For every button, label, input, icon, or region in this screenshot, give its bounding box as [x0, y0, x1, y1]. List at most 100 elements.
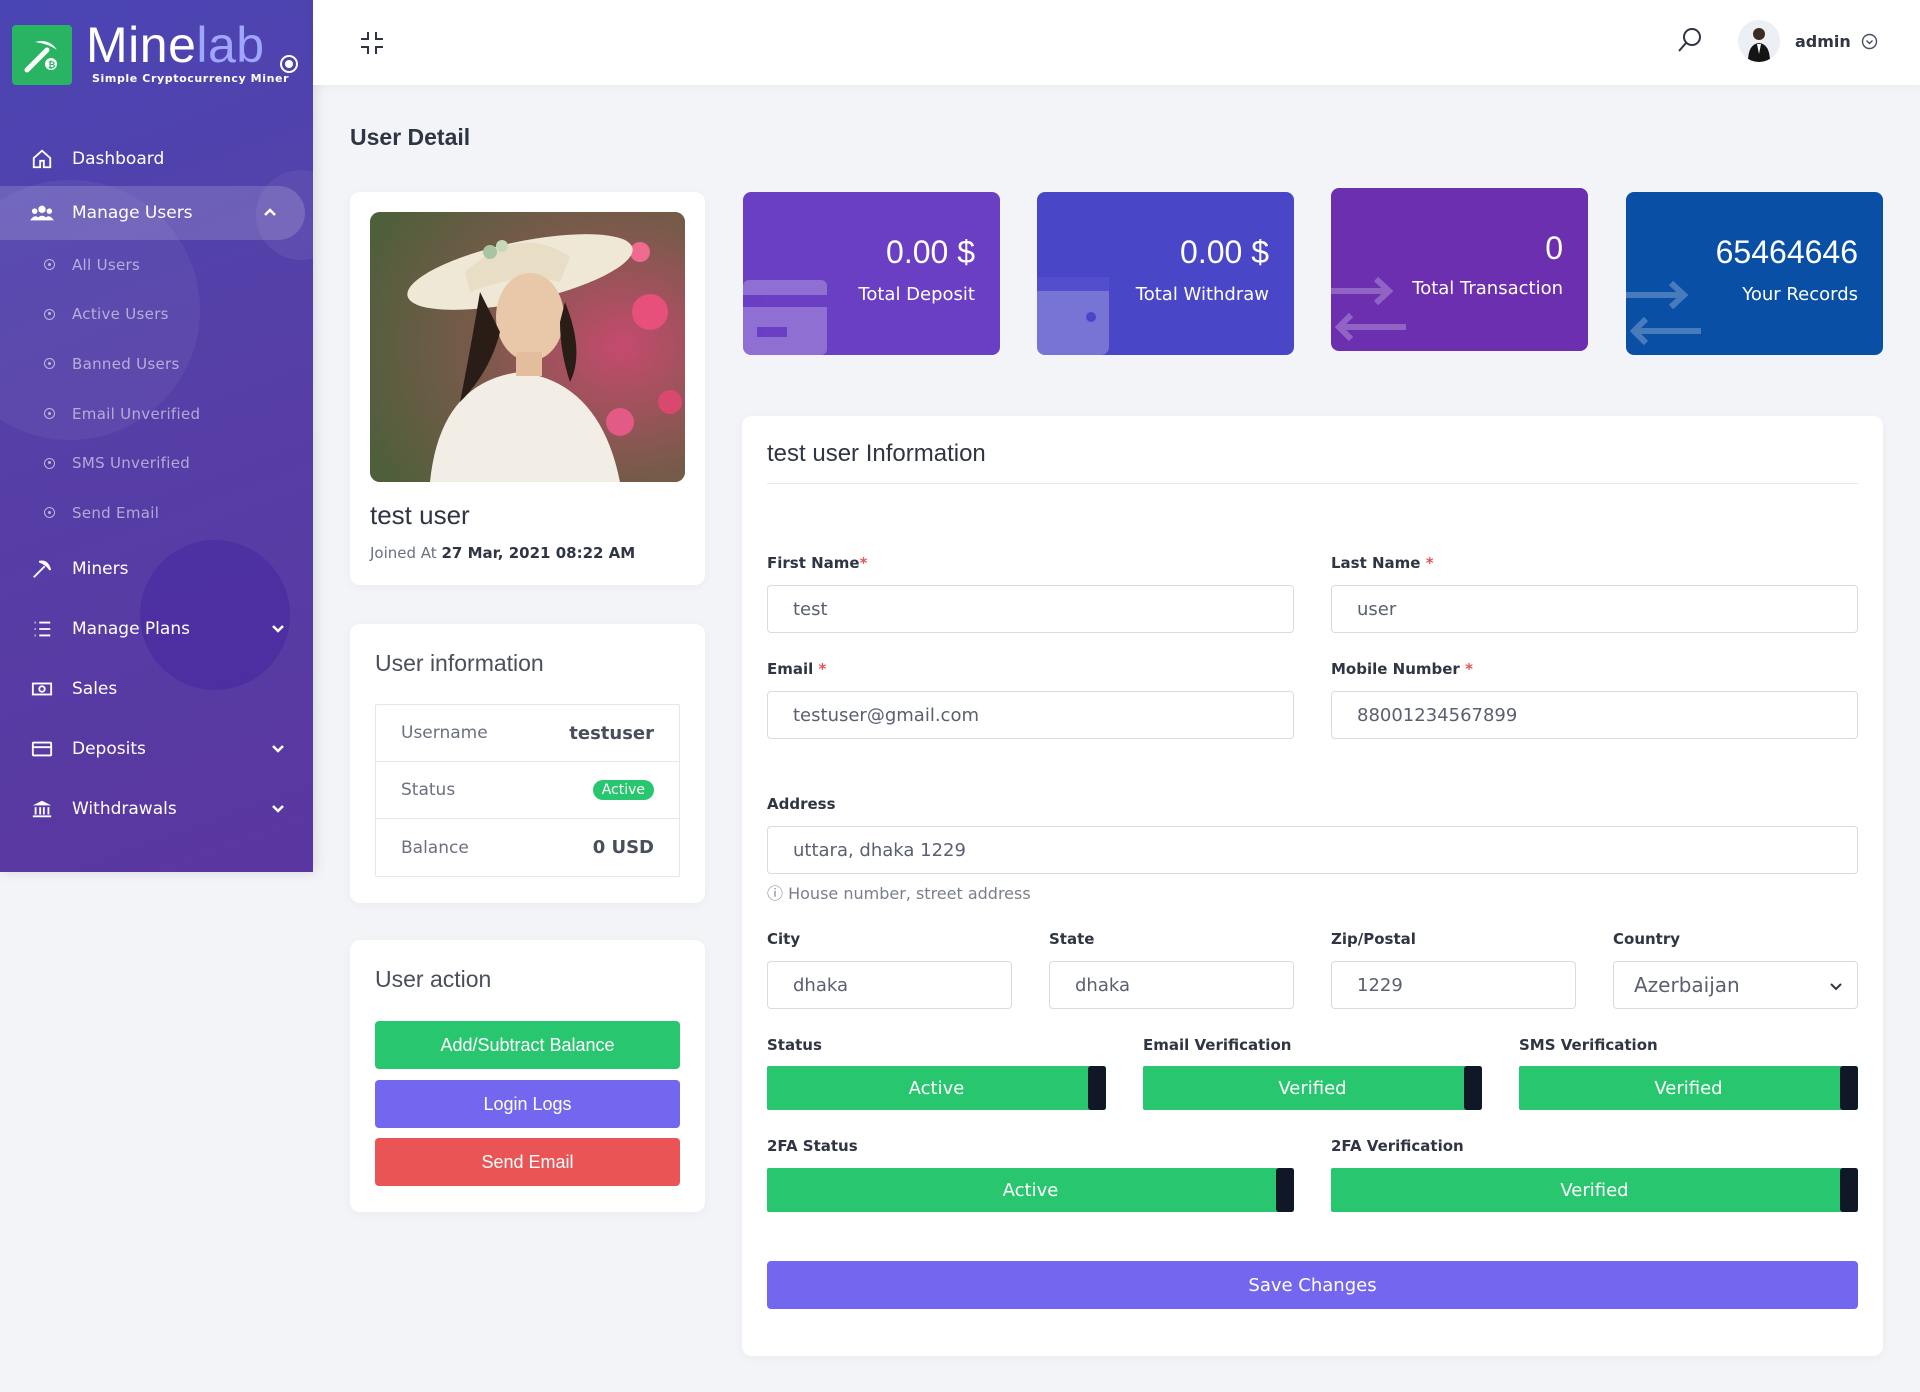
twofa-verification-label: 2FA Verification — [1331, 1137, 1464, 1155]
sms-verification-toggle[interactable]: Verified — [1519, 1066, 1858, 1110]
address-label: Address — [767, 795, 836, 813]
sidebar-subitem-active-users[interactable]: Active Users — [0, 290, 313, 340]
sidebar-subitem-send-email[interactable]: Send Email — [0, 488, 313, 538]
save-changes-button[interactable]: Save Changes — [767, 1261, 1858, 1309]
toggle-handle[interactable] — [1088, 1066, 1106, 1110]
sidebar-item-label: Withdrawals — [72, 798, 177, 819]
stat-total-withdraw[interactable]: 0.00 $ Total Withdraw — [1037, 192, 1294, 355]
state-label: State — [1049, 930, 1095, 948]
chevron-down-circle-icon[interactable] — [1861, 33, 1878, 50]
user-information-table: Username testuser Status Active Balance … — [375, 704, 680, 877]
twofa-verification-toggle[interactable]: Verified — [1331, 1168, 1858, 1212]
stat-total-transaction[interactable]: 0 Total Transaction — [1331, 188, 1588, 351]
joined-prefix: Joined At — [370, 544, 437, 562]
address-hint: ⓘ House number, street address — [767, 880, 1031, 904]
sidebar-subitem-email-unverified[interactable]: Email Unverified — [0, 389, 313, 439]
stat-value: 0.00 $ — [1180, 234, 1269, 270]
country-select[interactable]: Azerbaijan — [1613, 961, 1858, 1009]
pickaxe-logo-icon: ₿ — [12, 25, 72, 85]
profile-name: test user — [370, 500, 470, 530]
last-name-field[interactable]: user — [1331, 585, 1858, 633]
stat-label: Your Records — [1742, 284, 1858, 305]
chevron-up-icon — [264, 208, 276, 216]
required-mark: * — [818, 660, 827, 678]
sidebar-item-label: Sales — [72, 678, 118, 699]
sidebar-subitem-label: Active Users — [72, 305, 169, 324]
sidebar-item-label: Manage Users — [72, 203, 193, 223]
state-field[interactable]: dhaka — [1049, 961, 1294, 1009]
users-icon — [30, 201, 54, 225]
twofa-status-toggle[interactable]: Active — [767, 1168, 1294, 1212]
send-email-button[interactable]: Send Email — [375, 1138, 680, 1186]
sidebar-item-miners[interactable]: Miners — [0, 542, 313, 596]
email-verification-toggle[interactable]: Verified — [1143, 1066, 1482, 1110]
sidebar-subitem-banned-users[interactable]: Banned Users — [0, 339, 313, 389]
sidebar: ₿ Minelab Simple Cryptocurrency Miner Da… — [0, 0, 313, 872]
top-header: admin — [313, 0, 1920, 85]
toggle-handle[interactable] — [1840, 1168, 1858, 1212]
city-label: City — [767, 930, 801, 948]
field-label-text: First Name — [767, 554, 860, 572]
login-logs-button[interactable]: Login Logs — [375, 1080, 680, 1128]
pickaxe-icon — [30, 557, 54, 581]
sidebar-item-manage-plans[interactable]: Manage Plans — [0, 602, 313, 656]
required-mark: * — [1425, 554, 1434, 572]
circle-dot-icon — [44, 308, 55, 320]
toggle-label: Verified — [1278, 1077, 1347, 1099]
email-label: Email * — [767, 660, 826, 678]
first-name-field[interactable]: test — [767, 585, 1294, 633]
city-field[interactable]: dhaka — [767, 961, 1012, 1009]
sidebar-toggle-icon[interactable] — [280, 55, 298, 73]
zip-field[interactable]: 1229 — [1331, 961, 1576, 1009]
collapse-icon[interactable] — [359, 30, 385, 56]
svg-text:₿: ₿ — [48, 60, 55, 71]
sidebar-nav: Dashboard Manage Users All Users Active … — [0, 132, 313, 836]
address-field[interactable]: uttara, dhaka 1229 — [767, 826, 1858, 874]
circle-dot-icon — [44, 259, 55, 271]
header-username[interactable]: admin — [1795, 32, 1851, 51]
brand-name: Minelab — [86, 16, 265, 74]
toggle-handle[interactable] — [1276, 1168, 1294, 1212]
money-icon — [30, 677, 54, 701]
mobile-field[interactable]: 88001234567899 — [1331, 691, 1858, 739]
sidebar-subitem-all-users[interactable]: All Users — [0, 240, 313, 290]
email-field[interactable]: testuser@gmail.com — [767, 691, 1294, 739]
sidebar-item-label: Dashboard — [72, 149, 165, 169]
circle-dot-icon — [44, 507, 55, 519]
info-row-balance: Balance 0 USD — [376, 819, 679, 876]
sidebar-subitem-label: Send Email — [72, 503, 160, 522]
user-information-form: test user Information First Name* test L… — [742, 416, 1883, 1356]
info-label: Balance — [401, 837, 469, 858]
email-verification-label: Email Verification — [1143, 1036, 1292, 1054]
sidebar-item-label: Deposits — [72, 738, 146, 759]
chevron-down-icon — [272, 804, 284, 813]
avatar[interactable] — [1738, 20, 1780, 62]
first-name-label: First Name* — [767, 554, 867, 572]
username-value: testuser — [569, 722, 654, 744]
status-toggle[interactable]: Active — [767, 1066, 1106, 1110]
joined-date: 27 Mar, 2021 08:22 AM — [441, 544, 636, 562]
stat-total-deposit[interactable]: 0.00 $ Total Deposit — [743, 192, 1000, 355]
chevron-down-icon — [272, 744, 284, 753]
search-icon[interactable] — [1676, 26, 1704, 54]
circle-dot-icon — [44, 457, 55, 469]
circle-dot-icon — [44, 358, 55, 370]
add-subtract-balance-button[interactable]: Add/Subtract Balance — [375, 1021, 680, 1069]
sidebar-item-manage-users[interactable]: Manage Users — [0, 186, 305, 240]
page-title: User Detail — [350, 124, 471, 150]
wallet-icon — [1037, 277, 1109, 355]
toggle-handle[interactable] — [1840, 1066, 1858, 1110]
toggle-handle[interactable] — [1464, 1066, 1482, 1110]
user-action-title: User action — [375, 966, 492, 992]
sidebar-item-dashboard[interactable]: Dashboard — [0, 132, 313, 186]
required-mark: * — [1465, 660, 1473, 678]
sidebar-item-sales[interactable]: Sales — [0, 662, 313, 716]
brand-logo[interactable]: ₿ Minelab Simple Cryptocurrency Miner — [12, 17, 302, 92]
stat-your-records[interactable]: 65464646 Your Records — [1626, 192, 1883, 355]
sidebar-item-withdrawals[interactable]: Withdrawals — [0, 782, 313, 836]
toggle-label: Verified — [1654, 1077, 1723, 1099]
sidebar-item-deposits[interactable]: Deposits — [0, 722, 313, 776]
twofa-status-label: 2FA Status — [767, 1137, 858, 1155]
profile-card: test user Joined At 27 Mar, 2021 08:22 A… — [350, 192, 705, 585]
sidebar-subitem-sms-unverified[interactable]: SMS Unverified — [0, 438, 313, 488]
